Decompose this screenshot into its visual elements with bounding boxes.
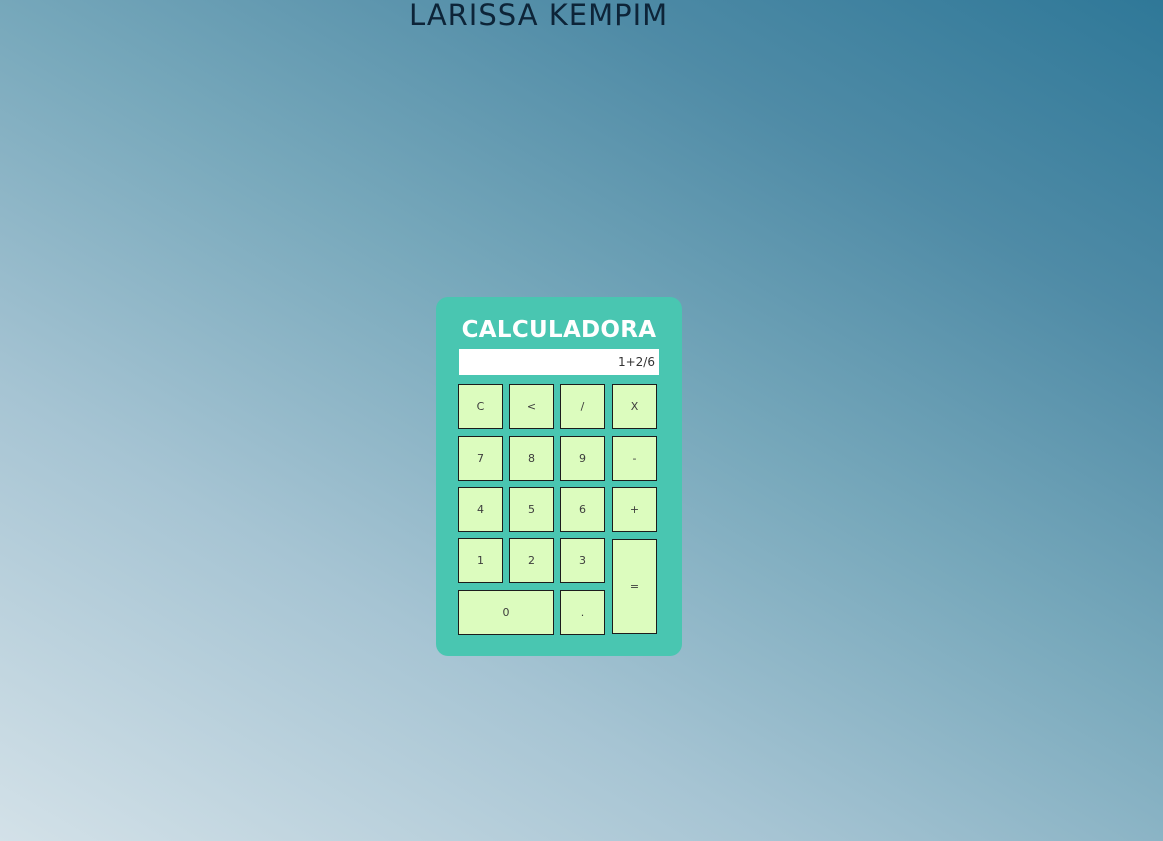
digit-2-button[interactable]: 2 — [509, 538, 554, 583]
digit-1-button[interactable]: 1 — [458, 538, 503, 583]
minus-button[interactable]: - — [612, 436, 657, 481]
digit-4-button[interactable]: 4 — [458, 487, 503, 532]
digit-7-button[interactable]: 7 — [458, 436, 503, 481]
clear-button[interactable]: C — [458, 384, 503, 429]
equals-button[interactable]: = — [612, 539, 657, 634]
plus-button[interactable]: + — [612, 487, 657, 532]
digit-5-button[interactable]: 5 — [509, 487, 554, 532]
page-title: LARISSA KEMPIM — [409, 0, 669, 32]
digit-9-button[interactable]: 9 — [560, 436, 605, 481]
digit-0-button[interactable]: 0 — [458, 590, 554, 635]
digit-8-button[interactable]: 8 — [509, 436, 554, 481]
digit-6-button[interactable]: 6 — [560, 487, 605, 532]
divide-button[interactable]: / — [560, 384, 605, 429]
calculator-panel: CALCULADORA 1+2/6 C < / X 7 8 9 - 4 5 6 … — [436, 297, 682, 656]
multiply-button[interactable]: X — [612, 384, 657, 429]
decimal-button[interactable]: . — [560, 590, 605, 635]
calculator-title: CALCULADORA — [461, 317, 657, 343]
calculator-display[interactable]: 1+2/6 — [459, 349, 659, 375]
digit-3-button[interactable]: 3 — [560, 538, 605, 583]
backspace-button[interactable]: < — [509, 384, 554, 429]
